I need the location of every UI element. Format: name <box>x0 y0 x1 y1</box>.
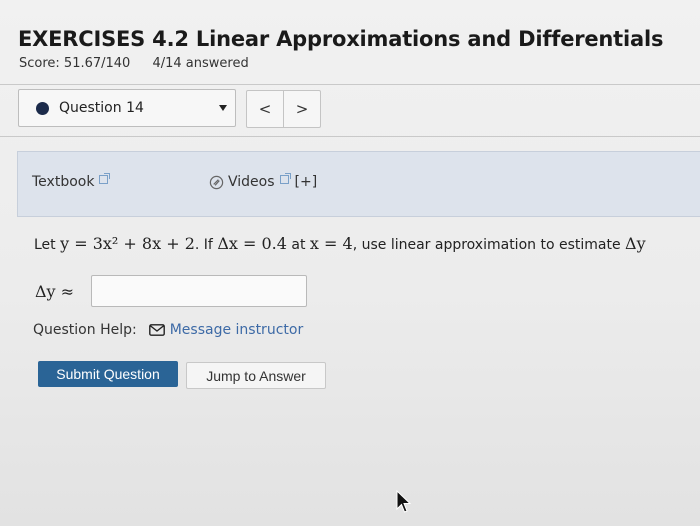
message-instructor-link[interactable]: Message instructor <box>170 322 304 338</box>
previous-question-button[interactable]: < <box>246 90 284 128</box>
answered-count: 4/14 answered <box>152 56 249 71</box>
problem-equation: y = 3x² + 8x + 2 <box>60 234 195 253</box>
problem-text: at <box>291 237 306 253</box>
mouse-pointer-icon <box>396 490 412 513</box>
textbook-link[interactable]: Textbook <box>32 172 111 190</box>
page-title: EXERCISES 4.2 Linear Approximations and … <box>18 27 664 51</box>
problem-delta: Δx = 0.4 <box>217 234 287 253</box>
next-question-button[interactable]: > <box>283 90 321 128</box>
question-help-label: Question Help: <box>33 322 137 338</box>
textbook-link-label: Textbook <box>32 174 95 190</box>
problem-text: Let <box>34 237 56 253</box>
problem-text: , use linear approximation to estimate <box>352 237 621 253</box>
problem-text: . If <box>194 237 213 253</box>
mail-icon <box>148 324 165 336</box>
external-link-icon <box>99 172 111 184</box>
problem-statement: Let y = 3x² + 8x + 2. If Δx = 0.4 at x =… <box>34 234 646 253</box>
paperclip-icon <box>209 175 224 189</box>
question-help: Question Help: Message instructor <box>33 322 303 338</box>
problem-target: Δy <box>625 234 646 253</box>
videos-link-label: Videos <box>228 174 275 190</box>
score-row: Score: 51.67/140 4/14 answered <box>19 56 249 71</box>
filled-circle-icon <box>36 101 49 115</box>
question-select-label: Question 14 <box>59 100 144 116</box>
problem-point: x = 4 <box>309 234 353 253</box>
divider <box>0 84 700 85</box>
divider <box>0 136 700 137</box>
answer-input[interactable] <box>91 275 307 307</box>
question-select[interactable]: Question 14 <box>18 89 236 127</box>
answer-label: Δy ≈ <box>35 282 75 301</box>
score-text: Score: 51.67/140 <box>19 56 131 71</box>
external-link-icon <box>279 172 291 184</box>
jump-to-answer-button[interactable]: Jump to Answer <box>186 362 326 389</box>
caret-down-icon <box>219 105 227 111</box>
submit-question-button[interactable]: Submit Question <box>38 361 178 387</box>
videos-expand-toggle[interactable]: [+] <box>295 174 318 190</box>
videos-link[interactable]: Videos [+] <box>209 172 318 190</box>
help-resources-panel: Textbook Videos [+] <box>17 151 700 217</box>
